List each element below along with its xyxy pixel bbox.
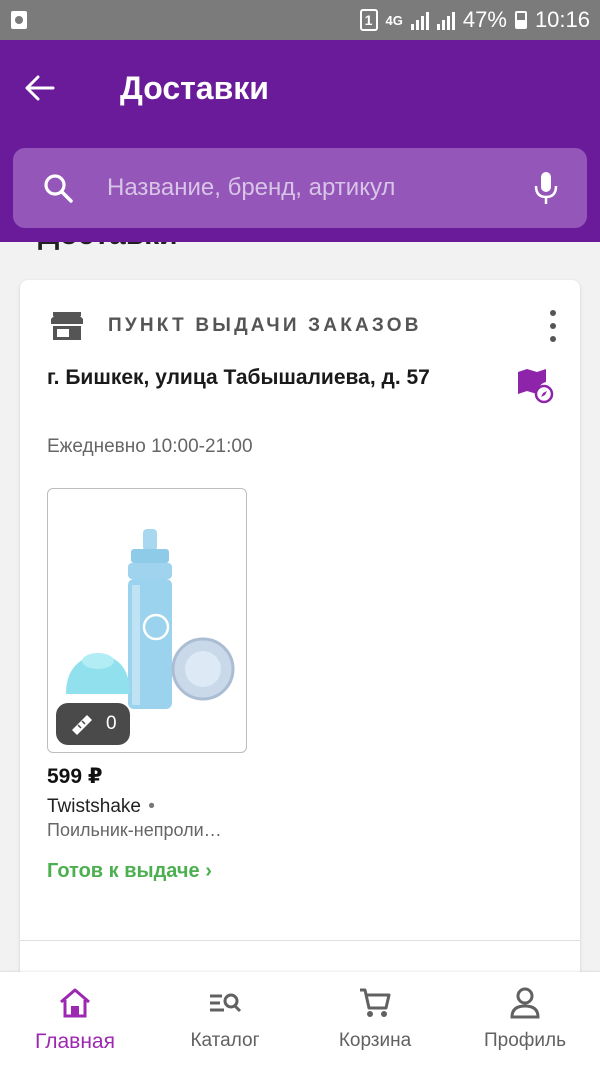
signal-icon <box>410 10 429 30</box>
product-image[interactable]: 0 <box>47 488 247 753</box>
ruler-icon <box>72 715 92 735</box>
nav-label-profile: Профиль <box>483 1030 567 1051</box>
divider <box>20 940 580 941</box>
pickup-type-label: ПУНКТ ВЫДАЧИ ЗАКАЗОВ <box>108 315 422 336</box>
search-input[interactable] <box>107 174 533 202</box>
notification-icon <box>10 10 28 30</box>
microphone-icon[interactable] <box>533 170 559 206</box>
product-brand: Twistshake <box>47 796 141 817</box>
nav-label-cart: Корзина <box>338 1030 412 1051</box>
pickup-type-row: ПУНКТ ВЫДАЧИ ЗАКАЗОВ <box>50 310 422 342</box>
size-count: 0 <box>106 713 117 734</box>
product-price: 599 ₽ <box>47 765 103 788</box>
more-options-button[interactable] <box>548 310 558 342</box>
bottom-navigation: Главная Каталог Корзина Профиль <box>0 972 600 1065</box>
status-bar: 1 4G 47% 10:16 <box>0 0 600 40</box>
app-header: Доставки <box>0 40 600 242</box>
nav-label-home: Главная <box>35 1030 115 1053</box>
cart-icon <box>360 988 391 1017</box>
nav-profile[interactable]: Профиль <box>450 972 600 1065</box>
network-type: 4G <box>385 12 403 28</box>
product-brand-row: Twistshake • <box>47 796 155 818</box>
nav-label-catalog: Каталог <box>190 1030 260 1051</box>
back-button[interactable] <box>20 68 60 108</box>
nav-cart[interactable]: Корзина <box>300 972 450 1065</box>
battery-percent: 47% <box>462 7 507 32</box>
sim-badge: 1 <box>359 9 378 31</box>
delivery-card: ПУНКТ ВЫДАЧИ ЗАКАЗОВ г. Бишкек, улица Та… <box>20 280 580 980</box>
search-icon <box>44 174 73 203</box>
size-count-badge: 0 <box>56 703 130 745</box>
profile-icon <box>510 987 540 1019</box>
page-title: Доставки <box>120 70 269 106</box>
home-icon <box>60 988 90 1018</box>
search-bar[interactable] <box>13 148 587 228</box>
catalog-search-icon <box>210 993 242 1013</box>
order-status-link[interactable]: Готов к выдаче › <box>47 860 212 883</box>
clock: 10:16 <box>534 7 590 32</box>
opening-hours: Ежедневно 10:00-21:00 <box>47 436 253 457</box>
product-name: Поильник-непроли… <box>47 820 222 840</box>
brand-separator: • <box>148 796 155 817</box>
battery-icon <box>514 11 527 29</box>
nav-catalog[interactable]: Каталог <box>150 972 300 1065</box>
store-icon <box>51 312 83 340</box>
map-icon[interactable] <box>516 368 554 404</box>
arrow-left-icon <box>25 75 55 101</box>
pickup-address: г. Бишкек, улица Табышалиева, д. 57 <box>47 366 430 389</box>
signal-icon-2 <box>436 10 455 30</box>
nav-home[interactable]: Главная <box>0 972 150 1065</box>
